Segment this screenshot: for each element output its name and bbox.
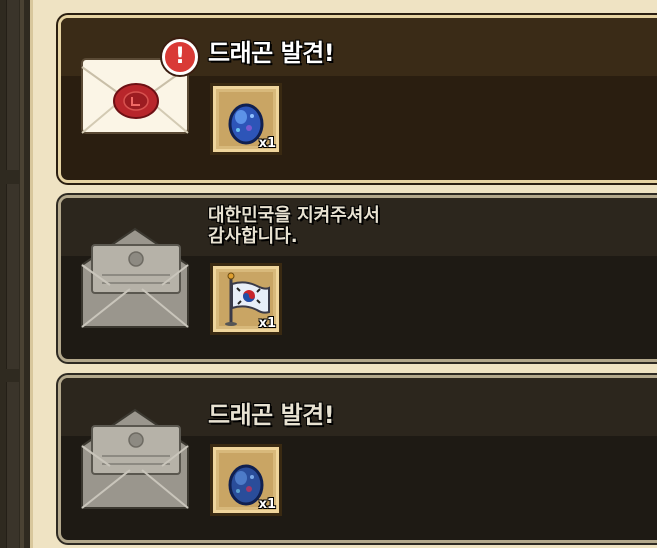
left-edge-segment — [6, 0, 19, 170]
mail-title-line: 대한민국을 지켜주셔서 — [208, 205, 380, 226]
item-quantity: x1 — [258, 316, 276, 331]
left-edge-segment — [6, 184, 19, 369]
mail-item[interactable]: 드래곤 발견! x1 — [58, 375, 657, 543]
reward-item-slot[interactable]: x1 — [210, 263, 282, 335]
opened-envelope-icon — [81, 227, 189, 328]
mail-item[interactable]: ! 드래곤 발견! x1 — [58, 15, 657, 183]
item-quantity: x1 — [258, 497, 276, 512]
mail-title: 드래곤 발견! — [208, 401, 335, 429]
mail-title: 대한민국을 지켜주셔서 감사합니다. — [208, 205, 380, 247]
left-edge-segment — [6, 382, 19, 548]
left-edge-border — [20, 0, 24, 548]
mail-title-line: 감사합니다. — [208, 226, 298, 247]
mail-title: 드래곤 발견! — [208, 39, 335, 67]
left-edge — [0, 0, 30, 548]
reward-item-slot[interactable]: x1 — [210, 444, 282, 516]
item-quantity: x1 — [258, 136, 276, 151]
new-mail-badge: ! — [162, 39, 198, 75]
mail-item[interactable]: 대한민국을 지켜주셔서 감사합니다. x1 — [58, 195, 657, 362]
reward-item-slot[interactable]: x1 — [210, 83, 282, 155]
opened-envelope-icon — [81, 408, 189, 509]
